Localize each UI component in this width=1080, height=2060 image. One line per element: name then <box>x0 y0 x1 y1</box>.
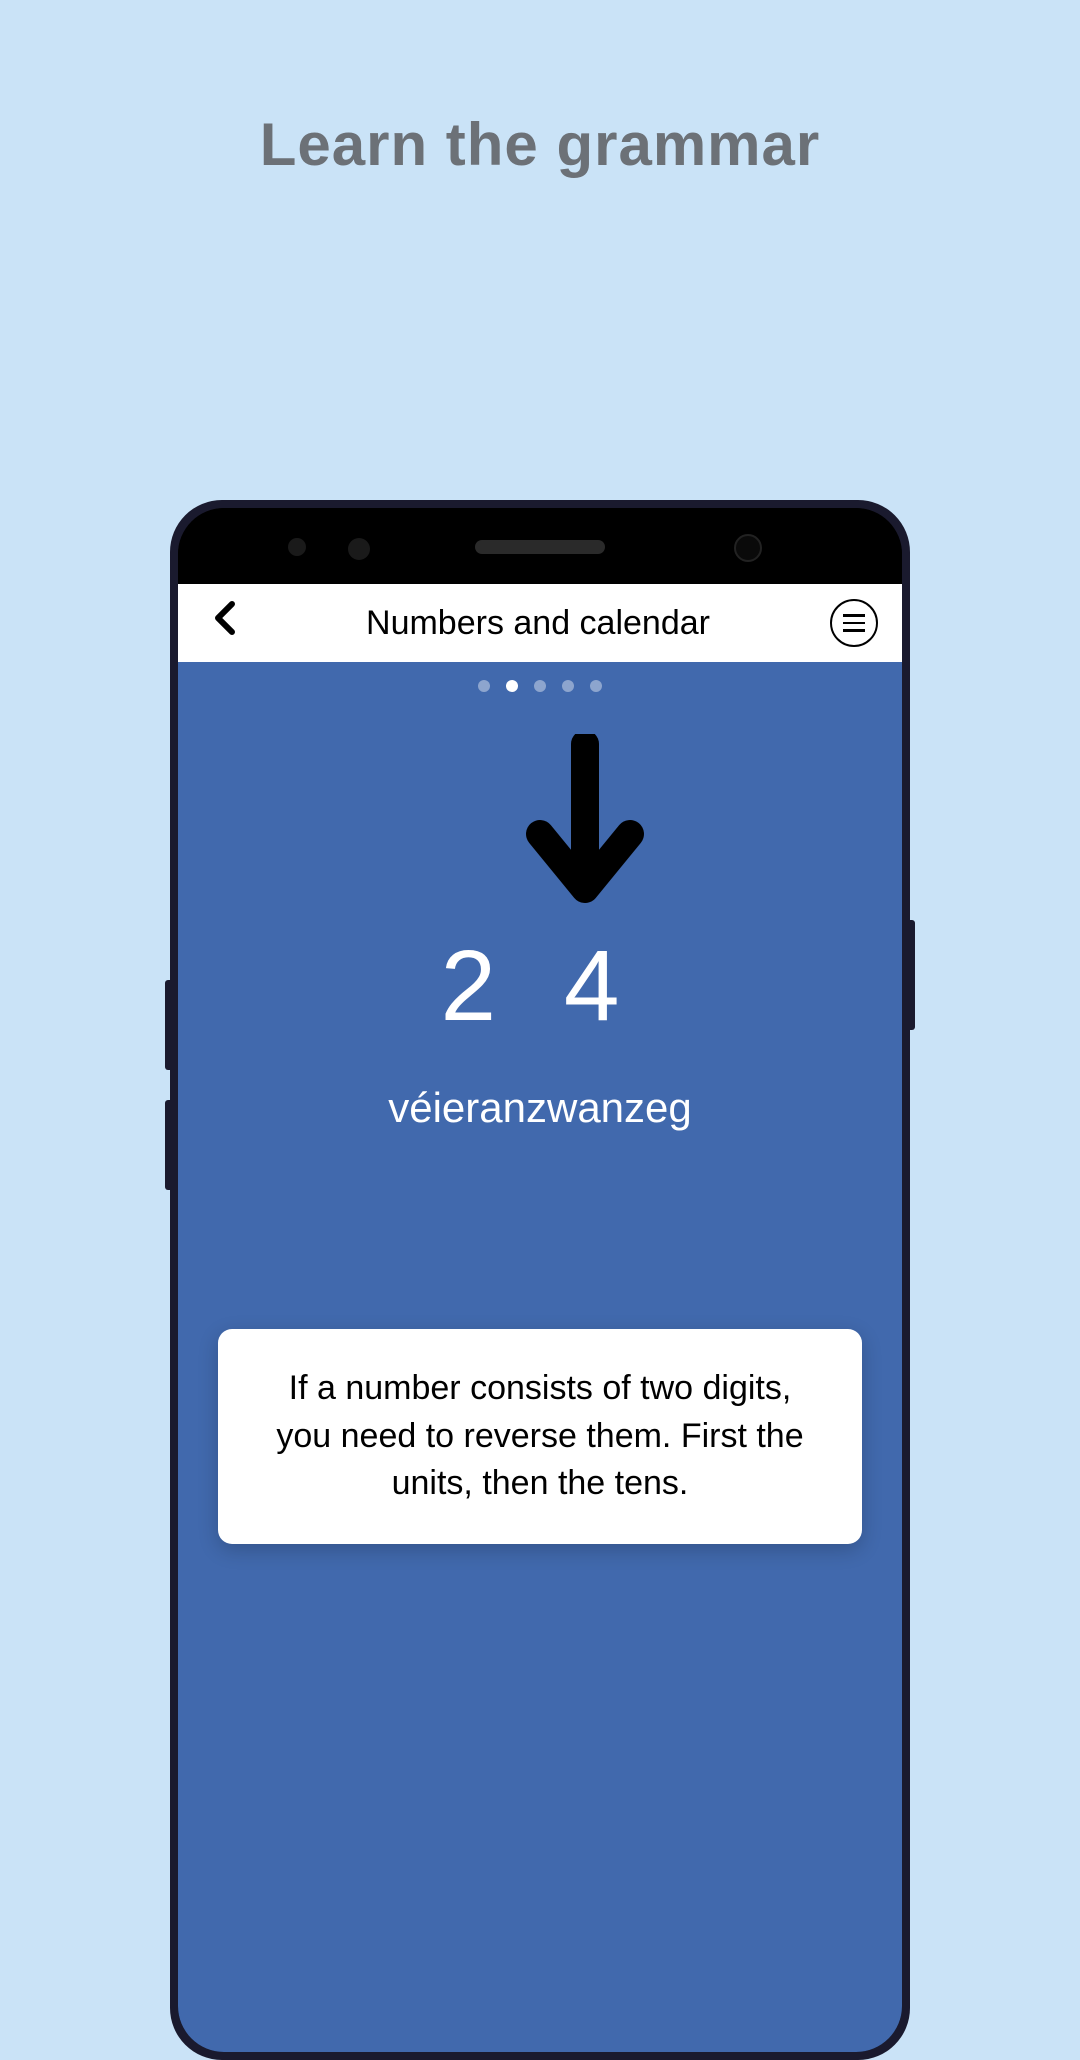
number-display: 2 4 <box>178 929 902 1044</box>
page-dot[interactable] <box>478 680 490 692</box>
chevron-left-icon <box>212 600 236 636</box>
phone-speaker <box>475 540 605 554</box>
content-area: 2 4 véieranzwanzeg <box>178 692 902 1132</box>
arrow-down-icon <box>515 734 655 909</box>
phone-frame: Numbers and calendar <box>170 500 910 2060</box>
phone-notch <box>178 508 902 584</box>
header-bar: Numbers and calendar <box>178 584 902 662</box>
pagination-dots[interactable] <box>178 662 902 692</box>
phone-volume-up <box>165 980 170 1070</box>
header-title: Numbers and calendar <box>246 604 830 643</box>
phone-camera <box>734 534 762 562</box>
page-dot[interactable] <box>590 680 602 692</box>
phone-side-button <box>910 920 915 1030</box>
word-display: véieranzwanzeg <box>178 1084 902 1132</box>
explanation-card: If a number consists of two digits, you … <box>218 1329 862 1544</box>
hamburger-icon <box>843 629 865 632</box>
hamburger-icon <box>843 622 865 625</box>
page-dot-active[interactable] <box>506 680 518 692</box>
back-button[interactable] <box>202 594 246 652</box>
page-dot[interactable] <box>534 680 546 692</box>
phone-volume-down <box>165 1100 170 1190</box>
phone-sensor <box>288 538 306 556</box>
phone-sensor <box>348 538 370 560</box>
explanation-text: If a number consists of two digits, you … <box>258 1365 822 1508</box>
promo-heading: Learn the grammar <box>0 110 1080 179</box>
page-dot[interactable] <box>562 680 574 692</box>
hamburger-icon <box>843 614 865 617</box>
phone-inner: Numbers and calendar <box>178 508 902 2052</box>
menu-button[interactable] <box>830 599 878 647</box>
app-screen: Numbers and calendar <box>178 584 902 2052</box>
